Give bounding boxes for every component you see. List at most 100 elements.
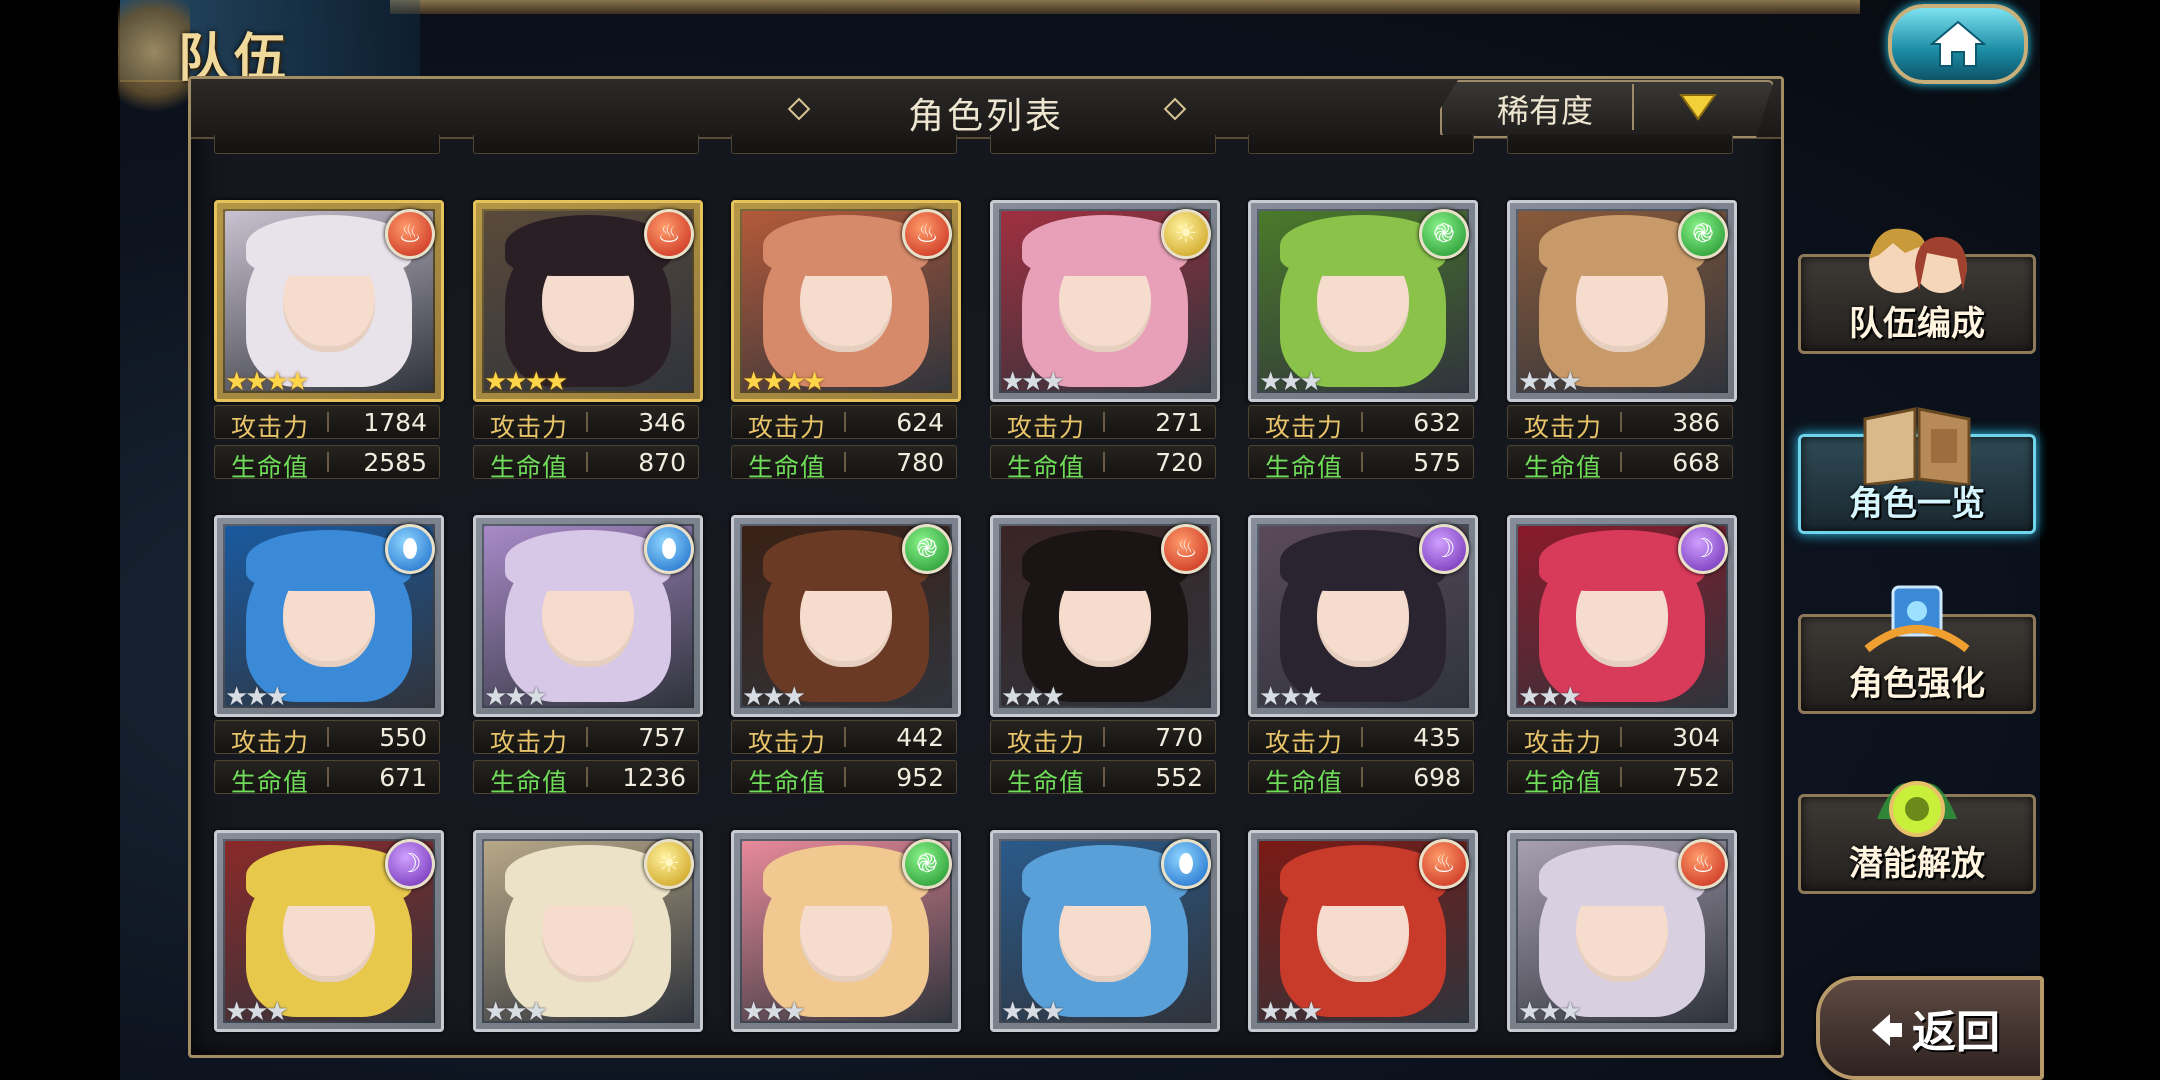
stat-separator bbox=[586, 452, 588, 472]
attack-stat-label: 攻击力 bbox=[490, 728, 569, 757]
character-card[interactable]: ♨ ★★★★ bbox=[473, 200, 703, 402]
attack-stat-value: 624 bbox=[896, 408, 944, 437]
hp-stat-row: 生命值 1236 bbox=[473, 760, 699, 797]
sort-dropdown-button[interactable] bbox=[1650, 84, 1746, 130]
stat-separator bbox=[1361, 412, 1363, 432]
home-icon bbox=[1930, 20, 1986, 67]
character-card[interactable]: ⬮ ★★★ bbox=[990, 830, 1220, 1032]
rarity-stars-icon: ★★★ bbox=[225, 682, 289, 712]
dark-element-icon: ☽ bbox=[1678, 524, 1728, 574]
attack-stat-label: 攻击力 bbox=[1265, 413, 1344, 442]
stat-separator bbox=[1103, 767, 1105, 787]
hp-stat-label: 生命值 bbox=[490, 453, 569, 482]
rarity-stars-icon: ★★★ bbox=[1518, 997, 1582, 1027]
character-card[interactable]: ☽ ★★★ bbox=[1507, 515, 1737, 717]
back-button[interactable]: 返回 bbox=[1816, 976, 2044, 1080]
fire-element-icon: ♨ bbox=[902, 209, 952, 259]
character-enhance-button[interactable]: 角色强化 bbox=[1798, 585, 2036, 714]
team-formation-button[interactable]: 队伍编成 bbox=[1798, 228, 2036, 354]
home-button[interactable] bbox=[1888, 4, 2028, 84]
fire-element-icon: ♨ bbox=[1678, 839, 1728, 889]
stat-separator bbox=[327, 452, 329, 472]
dark-element-icon: ☽ bbox=[1419, 524, 1469, 574]
stat-separator bbox=[1103, 412, 1105, 432]
hp-stat-row: 生命值 698 bbox=[1248, 760, 1474, 797]
stat-separator bbox=[844, 412, 846, 432]
character-card[interactable]: ֎ ★★★ bbox=[731, 830, 961, 1032]
hp-stat-value: 752 bbox=[1672, 763, 1720, 792]
rarity-stars-icon: ★★★ bbox=[1259, 997, 1323, 1027]
light-element-icon: ☀ bbox=[644, 839, 694, 889]
character-card[interactable]: ♨ ★★★ bbox=[1248, 830, 1478, 1032]
character-card[interactable]: ♨ ★★★ bbox=[990, 515, 1220, 717]
hp-stat-row: 生命值 752 bbox=[1507, 760, 1733, 797]
stat-separator bbox=[1620, 727, 1622, 747]
hp-stat-label: 生命值 bbox=[1265, 768, 1344, 797]
attack-stat-value: 757 bbox=[638, 723, 686, 752]
sort-label[interactable]: 稀有度 bbox=[1490, 86, 1600, 132]
attack-stat-row: 攻击力 435 bbox=[1248, 720, 1474, 757]
rarity-stars-icon: ★★★ bbox=[225, 997, 289, 1027]
character-card[interactable]: ֎ ★★★ bbox=[731, 515, 961, 717]
rarity-stars-icon: ★★★ bbox=[742, 682, 806, 712]
light-element-icon: ☀ bbox=[1161, 209, 1211, 259]
attack-stat-label: 攻击力 bbox=[748, 728, 827, 757]
hp-stat-label: 生命值 bbox=[231, 453, 310, 482]
attack-stat-row: 攻击力 442 bbox=[731, 720, 957, 757]
rarity-stars-icon: ★★★★ bbox=[742, 367, 826, 397]
attack-stat-row: 攻击力 757 bbox=[473, 720, 699, 757]
cut-off-stat-row bbox=[1507, 135, 1733, 154]
rarity-stars-icon: ★★★ bbox=[1001, 997, 1065, 1027]
rarity-stars-icon: ★★★ bbox=[1001, 682, 1065, 712]
character-card[interactable]: ☽ ★★★ bbox=[214, 830, 444, 1032]
attack-stat-label: 攻击力 bbox=[1007, 728, 1086, 757]
hp-stat-row: 生命值 720 bbox=[990, 445, 1216, 482]
attack-stat-row: 攻击力 271 bbox=[990, 405, 1216, 442]
hp-stat-label: 生命值 bbox=[748, 768, 827, 797]
rarity-stars-icon: ★★★ bbox=[484, 682, 548, 712]
character-card[interactable]: ☀ ★★★ bbox=[473, 830, 703, 1032]
attack-stat-label: 攻击力 bbox=[748, 413, 827, 442]
hp-stat-value: 552 bbox=[1155, 763, 1203, 792]
character-card[interactable]: ֎ ★★★ bbox=[1507, 200, 1737, 402]
fire-element-icon: ♨ bbox=[1419, 839, 1469, 889]
nav-label: 队伍编成 bbox=[1849, 304, 1985, 344]
dark-element-icon: ☽ bbox=[385, 839, 435, 889]
character-card[interactable]: ☽ ★★★ bbox=[1248, 515, 1478, 717]
stat-separator bbox=[1620, 767, 1622, 787]
stat-separator bbox=[844, 727, 846, 747]
hp-stat-label: 生命值 bbox=[231, 768, 310, 797]
character-card[interactable]: ☀ ★★★ bbox=[990, 200, 1220, 402]
stat-separator bbox=[327, 727, 329, 747]
character-list-nav-button[interactable]: 角色一览 bbox=[1798, 407, 2036, 534]
potential-release-button[interactable]: 潜能解放 bbox=[1798, 781, 2036, 894]
character-card[interactable]: ♨ ★★★★ bbox=[731, 200, 961, 402]
hp-stat-row: 生命值 870 bbox=[473, 445, 699, 482]
rarity-stars-icon: ★★★ bbox=[484, 997, 548, 1027]
water-element-icon: ⬮ bbox=[385, 524, 435, 574]
stat-separator bbox=[586, 767, 588, 787]
stat-separator bbox=[586, 412, 588, 432]
attack-stat-value: 550 bbox=[379, 723, 427, 752]
character-card[interactable]: ⬮ ★★★ bbox=[473, 515, 703, 717]
hp-stat-value: 720 bbox=[1155, 448, 1203, 477]
attack-stat-label: 攻击力 bbox=[490, 413, 569, 442]
rarity-stars-icon: ★★★ bbox=[1259, 682, 1323, 712]
hp-stat-label: 生命值 bbox=[1007, 453, 1086, 482]
character-card[interactable]: ֎ ★★★ bbox=[1248, 200, 1478, 402]
cut-off-stat-row bbox=[731, 135, 957, 154]
attack-stat-row: 攻击力 770 bbox=[990, 720, 1216, 757]
attack-stat-row: 攻击力 624 bbox=[731, 405, 957, 442]
sort-divider bbox=[1632, 84, 1634, 130]
character-card[interactable]: ♨ ★★★★ bbox=[214, 200, 444, 402]
rarity-stars-icon: ★★★★ bbox=[225, 367, 309, 397]
back-arrow-icon bbox=[1872, 1014, 1902, 1046]
character-card[interactable]: ⬮ ★★★ bbox=[214, 515, 444, 717]
character-card[interactable]: ♨ ★★★ bbox=[1507, 830, 1737, 1032]
stat-separator bbox=[1620, 452, 1622, 472]
stat-separator bbox=[1620, 412, 1622, 432]
hp-stat-row: 生命值 668 bbox=[1507, 445, 1733, 482]
rarity-stars-icon: ★★★ bbox=[1259, 367, 1323, 397]
attack-stat-value: 386 bbox=[1672, 408, 1720, 437]
attack-stat-value: 271 bbox=[1155, 408, 1203, 437]
